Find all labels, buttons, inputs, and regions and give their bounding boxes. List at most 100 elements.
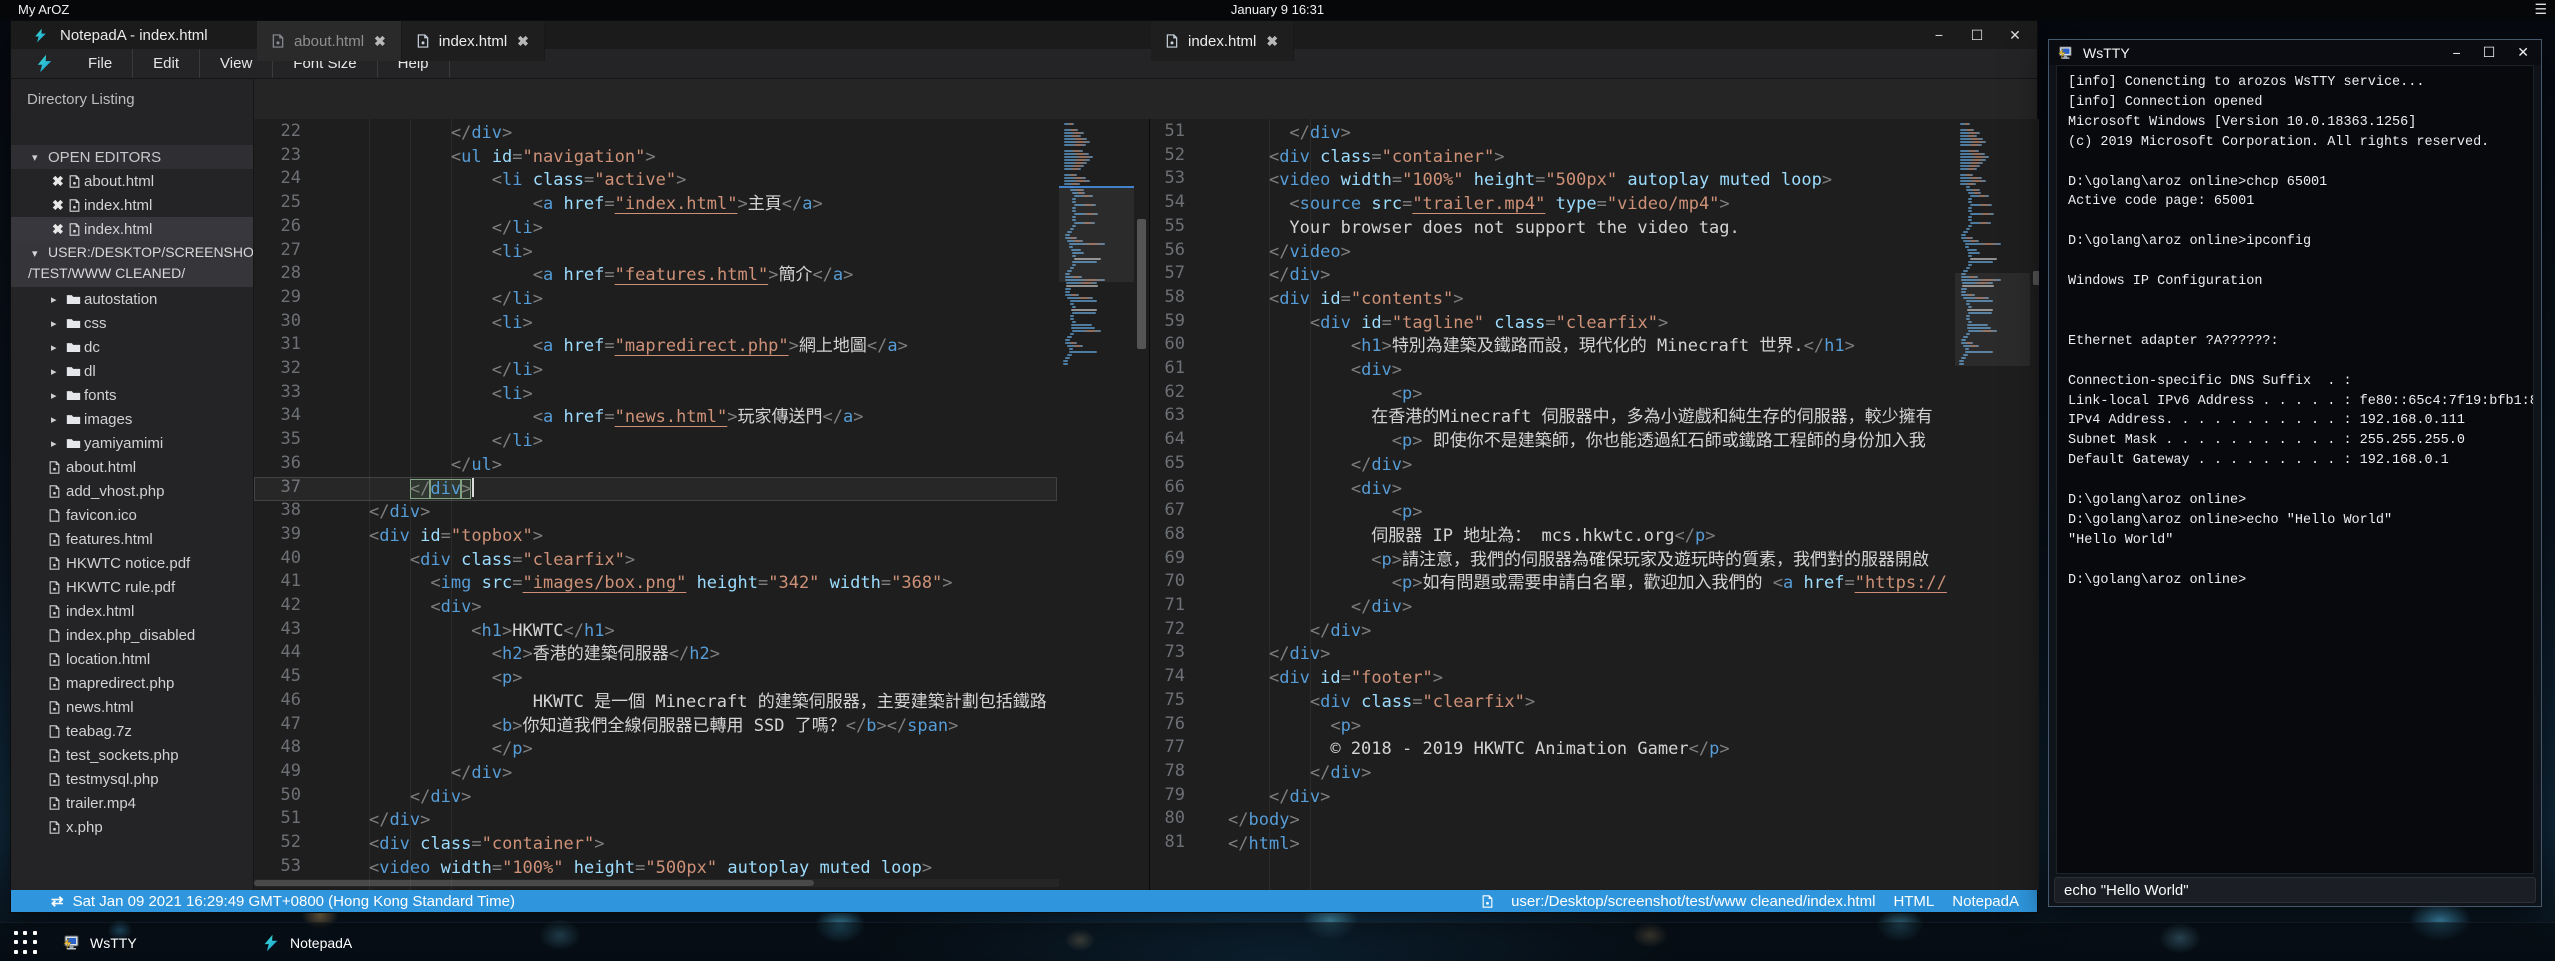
chevron-right-icon[interactable]: ▸: [51, 341, 57, 354]
sidebar-file-item[interactable]: location.html: [11, 647, 254, 671]
sidebar-file-item[interactable]: x.php: [11, 815, 254, 839]
minimap-viewport[interactable]: [1059, 186, 1134, 282]
code-line-22[interactable]: </div>: [254, 121, 1057, 145]
code-line-64[interactable]: <p> 即使你不是建築師，你也能透過紅石師或鐵路工程師的身份加入我: [1150, 429, 1952, 453]
minimize-button[interactable]: −: [1927, 27, 1951, 43]
sidebar-file-item[interactable]: index.html: [11, 599, 254, 623]
close-button[interactable]: ✕: [2517, 44, 2529, 61]
code-line-81[interactable]: </html>: [1150, 832, 1952, 856]
sidebar-file-item[interactable]: mapredirect.php: [11, 671, 254, 695]
chevron-right-icon[interactable]: ▸: [51, 317, 57, 330]
code-line-44[interactable]: <h2>香港的建築伺服器</h2>: [254, 642, 1057, 666]
sidebar-file-item[interactable]: teabag.7z: [11, 719, 254, 743]
chevron-right-icon[interactable]: ▸: [51, 389, 57, 402]
scrollbar-thumb[interactable]: [1137, 219, 1146, 349]
code-line-40[interactable]: <div class="clearfix">: [254, 548, 1057, 572]
code-line-41[interactable]: <img src="images/box.png" height="342" w…: [254, 571, 1057, 595]
code-line-42[interactable]: <div>: [254, 595, 1057, 619]
code-line-67[interactable]: <p>: [1150, 500, 1952, 524]
code-line-65[interactable]: </div>: [1150, 453, 1952, 477]
code-line-51[interactable]: </div>: [1150, 121, 1952, 145]
sidebar-folder-item[interactable]: ▸ dl: [11, 359, 254, 383]
close-icon[interactable]: ✖: [52, 173, 64, 190]
sidebar-section-open-editors[interactable]: ▾ OPEN EDITORS: [11, 145, 254, 169]
chevron-right-icon[interactable]: ▸: [51, 293, 57, 306]
sidebar-file-item[interactable]: features.html: [11, 527, 254, 551]
code-line-52[interactable]: <div class="container">: [254, 832, 1057, 856]
code-line-43[interactable]: <h1>HKWTC</h1>: [254, 619, 1057, 643]
code-line-66[interactable]: <div>: [1150, 477, 1952, 501]
sidebar-file-item[interactable]: news.html: [11, 695, 254, 719]
code-line-59[interactable]: <div id="tagline" class="clearfix">: [1150, 311, 1952, 335]
code-line-74[interactable]: <div id="footer">: [1150, 666, 1952, 690]
sidebar-folder-item[interactable]: ▸ autostation: [11, 287, 254, 311]
code-line-38[interactable]: </div>: [254, 500, 1057, 524]
code-line-39[interactable]: <div id="topbox">: [254, 524, 1057, 548]
sidebar-section-workspace[interactable]: ▾ USER:/DESKTOP/SCREENSHOT /TEST/WWW CLE…: [11, 241, 254, 287]
code-line-51[interactable]: </div>: [254, 808, 1057, 832]
code-line-63[interactable]: 在香港的Minecraft 伺服器中，多為小遊戲和純生存的伺服器，較少擁有: [1150, 405, 1952, 429]
code-line-27[interactable]: <li>: [254, 240, 1057, 264]
code-line-75[interactable]: <div class="clearfix">: [1150, 690, 1952, 714]
scrollbar-thumb[interactable]: [254, 880, 814, 886]
code-line-33[interactable]: <li>: [254, 382, 1057, 406]
code-line-78[interactable]: </div>: [1150, 761, 1952, 785]
code-line-31[interactable]: <a href="mapredirect.php">網上地圖</a>: [254, 334, 1057, 358]
minimize-button[interactable]: −: [2453, 45, 2461, 61]
code-line-23[interactable]: <ul id="navigation">: [254, 145, 1057, 169]
tab-close-icon[interactable]: ✖: [374, 33, 386, 50]
vertical-scrollbar[interactable]: [2030, 119, 2039, 890]
code-line-30[interactable]: <li>: [254, 311, 1057, 335]
sidebar-file-item[interactable]: favicon.ico: [11, 503, 254, 527]
code-area[interactable]: </div> <ul id="navigation"> <li class="a…: [254, 119, 1057, 890]
scrollbar-thumb[interactable]: [2033, 271, 2039, 285]
code-area[interactable]: </div> <div class="container"> <video wi…: [1150, 119, 1952, 890]
terminal-output[interactable]: [info] Conencting to arozos WsTTY servic…: [2056, 65, 2534, 874]
minimap[interactable]: [1059, 119, 1134, 890]
editor-pane-2[interactable]: 5152535455565758596061626364656667686970…: [1149, 119, 2039, 890]
code-line-57[interactable]: </div>: [1150, 263, 1952, 287]
code-line-72[interactable]: </div>: [1150, 619, 1952, 643]
tab-close-icon[interactable]: ✖: [517, 33, 529, 50]
chevron-right-icon[interactable]: ▸: [51, 437, 57, 450]
open-editor-item[interactable]: ✖ index.html: [11, 217, 254, 241]
tab-close-icon[interactable]: ✖: [1266, 33, 1278, 50]
code-line-35[interactable]: </li>: [254, 429, 1057, 453]
code-line-56[interactable]: </video>: [1150, 240, 1952, 264]
menu-item-file[interactable]: File: [68, 49, 133, 78]
code-line-69[interactable]: <p>請注意，我們的伺服器為確保玩家及遊玩時的質素，我們對的服器開啟: [1150, 548, 1952, 572]
code-line-80[interactable]: </body>: [1150, 808, 1952, 832]
open-editor-item[interactable]: ✖ about.html: [11, 169, 254, 193]
vertical-scrollbar[interactable]: [1134, 119, 1149, 890]
sidebar-file-item[interactable]: add_vhost.php: [11, 479, 254, 503]
code-line-49[interactable]: </div>: [254, 761, 1057, 785]
sidebar-file-item[interactable]: HKWTC notice.pdf: [11, 551, 254, 575]
close-icon[interactable]: ✖: [52, 197, 64, 214]
code-line-53[interactable]: <video width="100%" height="500px" autop…: [1150, 168, 1952, 192]
code-line-29[interactable]: </li>: [254, 287, 1057, 311]
code-line-68[interactable]: 伺服器 IP 地址為： mcs.hkwtc.org</p>: [1150, 524, 1952, 548]
taskbar-item-notepada[interactable]: NotepadA: [262, 923, 352, 961]
chevron-down-icon[interactable]: ▾: [32, 151, 38, 164]
maximize-button[interactable]: ☐: [1965, 27, 1989, 44]
editor-tab-index.html[interactable]: index.html✖: [402, 21, 545, 61]
taskbar-item-wstty[interactable]: WsTTY: [62, 923, 137, 961]
sidebar-file-item[interactable]: test_sockets.php: [11, 743, 254, 767]
sidebar-file-item[interactable]: about.html: [11, 455, 254, 479]
code-line-45[interactable]: <p>: [254, 666, 1057, 690]
close-button[interactable]: ✕: [2003, 27, 2027, 44]
close-icon[interactable]: ✖: [52, 221, 64, 238]
editor-pane-1[interactable]: 2223242526272829303132333435363738394041…: [254, 119, 1149, 890]
minimap[interactable]: [1955, 119, 2030, 890]
code-line-58[interactable]: <div id="contents">: [1150, 287, 1952, 311]
code-line-55[interactable]: Your browser does not support the video …: [1150, 216, 1952, 240]
code-line-24[interactable]: <li class="active">: [254, 168, 1057, 192]
statusbar-mode[interactable]: HTML: [1893, 893, 1934, 910]
code-line-77[interactable]: © 2018 - 2019 HKWTC Animation Gamer</p>: [1150, 737, 1952, 761]
code-line-46[interactable]: HKWTC 是一個 Minecraft 的建築伺服器，主要建築計劃包括鐵路: [254, 690, 1057, 714]
code-line-76[interactable]: <p>: [1150, 714, 1952, 738]
launcher-grid-icon[interactable]: [14, 931, 38, 955]
sidebar-folder-item[interactable]: ▸ css: [11, 311, 254, 335]
code-line-54[interactable]: <source src="trailer.mp4" type="video/mp…: [1150, 192, 1952, 216]
chevron-right-icon[interactable]: ▸: [51, 365, 57, 378]
